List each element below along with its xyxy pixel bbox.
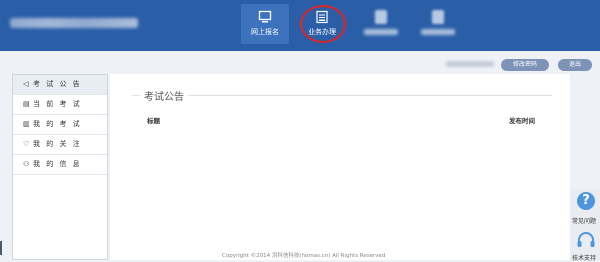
edit-password-button[interactable]: 修改密码 [501, 59, 549, 71]
redacted-label [364, 29, 398, 35]
copyright-text: Copyright ©2014 洪科信科技(homas.cn) All Righ… [222, 253, 386, 259]
nav-online-registration-label: 网上报名 [251, 28, 279, 36]
user-icon: ⚇ [23, 160, 30, 168]
heart-icon: ♡ [23, 140, 30, 148]
list-icon: ▥ [23, 120, 30, 128]
logout-label: 退出 [568, 61, 581, 68]
sidebar-item-label: 我 的 信 息 [33, 160, 82, 168]
nav-item-redacted-1[interactable] [357, 4, 405, 44]
headset-icon[interactable] [576, 231, 596, 249]
redacted-icon [375, 10, 387, 24]
sidebar-item-my-exams[interactable]: ▥ 我 的 考 试 [13, 115, 107, 135]
sidebar-item-my-follows[interactable]: ♡ 我 的 关 注 [13, 135, 107, 155]
edit-password-label: 修改密码 [512, 61, 537, 68]
left-edge-tab[interactable] [0, 241, 2, 255]
column-header-date: 发布时间 [509, 117, 535, 125]
monitor-icon [258, 10, 272, 23]
sidebar-item-label: 考 试 公 告 [33, 80, 82, 88]
clipboard-icon: ▤ [23, 100, 30, 108]
nav-online-registration[interactable]: 网上报名 [241, 4, 289, 44]
redacted-icon [432, 10, 444, 24]
section-divider [132, 95, 552, 96]
section-title: 考试公告 [140, 88, 188, 103]
floating-help-panel: ? 常见问题 技术支持 [570, 189, 600, 262]
sidebar: ◁ 考 试 公 告 ▤ 当 前 考 试 ▥ 我 的 考 试 ♡ 我 的 关 注 ⚇ 我 的… [12, 74, 108, 260]
redacted-label [421, 29, 455, 35]
main-panel: 考试公告 标题 发布时间 [110, 74, 570, 260]
megaphone-icon: ◁ [23, 80, 29, 88]
site-title-redacted [10, 18, 138, 28]
support-label[interactable]: 技术支持 [572, 253, 596, 262]
sidebar-item-current-exams[interactable]: ▤ 当 前 考 试 [13, 95, 107, 115]
highlight-circle [300, 5, 346, 43]
sidebar-item-my-info[interactable]: ⚇ 我 的 信 息 [13, 155, 107, 175]
logout-button[interactable]: 退出 [558, 59, 592, 71]
sidebar-item-label: 我 的 关 注 [33, 140, 82, 148]
nav-item-redacted-2[interactable] [414, 4, 462, 44]
sidebar-item-label: 我 的 考 试 [33, 120, 82, 128]
sidebar-item-label: 当 前 考 试 [33, 100, 82, 108]
top-header: 网上报名 业务办理 [0, 0, 600, 51]
column-header-title: 标题 [147, 117, 160, 125]
sidebar-item-exam-notices[interactable]: ◁ 考 试 公 告 [13, 75, 107, 95]
question-icon[interactable]: ? [577, 192, 595, 210]
username-redacted [446, 61, 494, 67]
faq-label[interactable]: 常见问题 [572, 216, 596, 225]
